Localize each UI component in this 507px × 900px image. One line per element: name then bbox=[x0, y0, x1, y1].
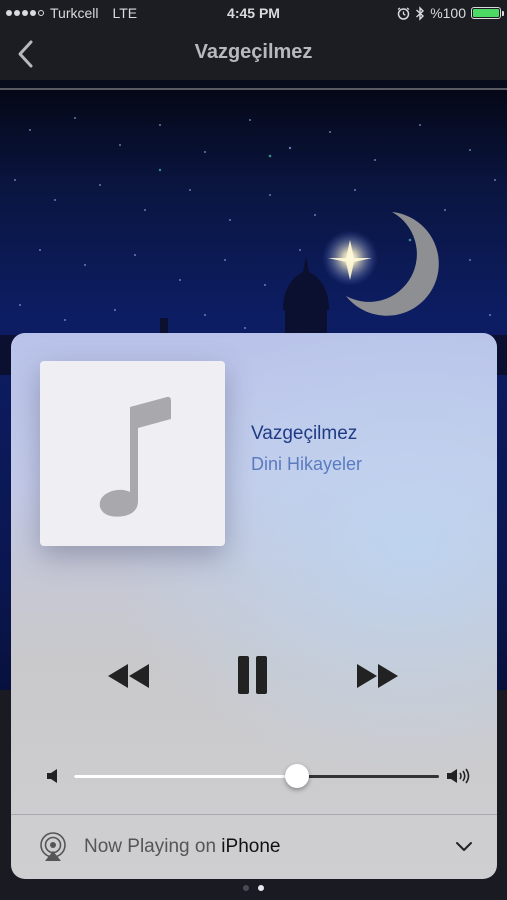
status-bar: Turkcell LTE 4:45 PM %100 bbox=[0, 0, 507, 28]
bluetooth-icon bbox=[416, 5, 425, 21]
battery-percent: %100 bbox=[430, 5, 466, 21]
output-prefix: Now Playing on bbox=[84, 836, 222, 857]
volume-fill bbox=[74, 775, 297, 778]
page-dot[interactable] bbox=[258, 885, 264, 891]
chevron-down-icon[interactable] bbox=[455, 841, 473, 853]
pause-icon[interactable] bbox=[237, 655, 269, 695]
volume-low-icon bbox=[47, 769, 57, 783]
volume-slider[interactable] bbox=[74, 764, 439, 788]
track-artist: Dini Hikayeler bbox=[251, 454, 363, 474]
page-indicator bbox=[0, 885, 507, 891]
volume-high-icon bbox=[447, 768, 470, 784]
nav-bar: Vazgeçilmez bbox=[0, 28, 507, 80]
output-device: iPhone bbox=[221, 836, 281, 857]
volume-thumb[interactable] bbox=[284, 764, 309, 788]
output-label: Now Playing on iPhone bbox=[84, 836, 280, 858]
airplay-icon bbox=[40, 832, 66, 861]
music-note-icon bbox=[99, 396, 171, 517]
page-title: Vazgeçilmez bbox=[194, 41, 313, 63]
page-dot[interactable] bbox=[243, 885, 249, 891]
track-title: Vazgeçilmez bbox=[251, 423, 358, 444]
alarm-icon bbox=[397, 6, 410, 20]
now-playing-card: Vazgeçilmez Dini Hikayeler Now Playing o… bbox=[11, 333, 497, 879]
status-right: %100 bbox=[397, 5, 504, 21]
audio-output-row[interactable]: Now Playing on iPhone bbox=[11, 815, 497, 879]
rewind-icon[interactable] bbox=[108, 662, 150, 690]
album-artwork bbox=[40, 361, 225, 546]
fast-forward-icon[interactable] bbox=[356, 662, 398, 690]
battery-icon bbox=[471, 7, 504, 19]
